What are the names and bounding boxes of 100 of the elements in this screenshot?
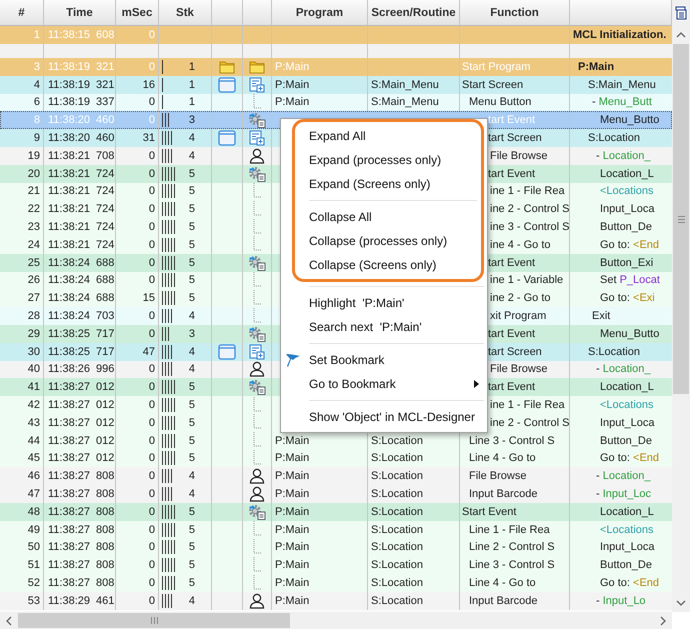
table-cell: 5 [188,256,195,269]
table-cell: 0 [148,506,155,518]
table-cell: ine 2 - Control S [490,203,570,216]
table-cell: 5 [188,292,195,304]
table-cell: Line 1 - File Rea [469,524,550,536]
table-cell: 11:38:19 321 [48,78,114,91]
table-cell: 11:38:27 808 [48,524,114,536]
table-cell: 0 [148,363,155,376]
table-cell: 5 [188,577,195,589]
table-cell: 0 [148,524,155,536]
table-cell: Input Barcode [469,488,538,500]
table-cell: 25 [28,256,40,269]
table-cell: 11:38:27 808 [48,541,114,554]
table-cell: 0 [148,381,155,394]
table-cell: Go to: <Exi [600,292,655,304]
table-cell: S:Location [371,506,423,518]
table-cell: 5 [188,274,195,286]
table-cell: 51 [28,559,40,572]
table-cell: 5 [188,238,195,251]
table-cell: 0 [148,470,155,482]
table-cell: P:Main [275,434,310,447]
table-cell: P:Main [275,594,310,607]
table-cell: 43 [28,416,40,429]
table-cell: 6 [34,96,40,108]
table-cell: - Menu_Butt [592,96,652,108]
table-cell: 11:38:27 012 [48,381,114,394]
table-cell: 5 [188,434,195,447]
table-cell: 42 [28,399,40,412]
table-cell: 1 [188,96,195,108]
table-cell: S:Location [371,577,423,589]
table-cell: 11:38:21 724 [48,203,114,216]
table-cell: Menu_Butto [600,328,660,340]
table-cell: S:Location [588,132,640,144]
table-cell: - Input_Loc [596,488,652,500]
table-cell: Line 3 - Control S [469,434,555,447]
table-cell: P:Main [275,78,310,91]
table-cell: P:Main [275,452,310,464]
table-cell: Menu_Butto [600,114,660,126]
table-cell: ine 1 - File Rea [490,399,565,412]
table-cell: 0 [148,416,155,429]
table-cell: P:Main [275,559,310,572]
table-cell: 0 [148,96,155,108]
table-cell: S:Location [371,541,423,554]
table-cell: P:Main [275,524,310,536]
table-cell: 11:38:25 717 [48,346,114,358]
table-cell: 11:38:25 717 [48,328,114,340]
table-cell: - Location_ [596,363,650,376]
table-cell: Button_Exi [600,256,654,269]
table-cell: S:Location [371,452,423,464]
table-cell: 4 [188,363,195,376]
table-cell: Line 2 - Control S [469,541,555,554]
table-cell: 0 [148,434,155,447]
table-cell: 47 [28,488,40,500]
table-cell: 5 [188,221,195,234]
table-cell: 20 [28,168,40,180]
table-cell: 0 [148,328,155,340]
table-cell: <Locations [600,524,654,536]
table-cell: 0 [148,203,155,216]
table-cell: 50 [28,541,40,554]
table-cell: 45 [28,452,40,464]
table-cell: 27 [28,292,40,304]
table-cell: Go to: <End [600,452,660,464]
table-cell: 0 [148,114,155,126]
table-cell: 53 [28,594,40,607]
table-cell: 11:38:19 321 [48,60,114,73]
table-cell: 11:38:27 012 [48,452,114,464]
table-cell: Start Screen [462,78,524,91]
table-cell: 22 [28,203,40,216]
table-cell: 4 [188,594,195,607]
table-cell: P:Main [275,488,310,500]
table-cell: 11:38:20 460 [48,114,114,126]
table-cell: 5 [188,559,195,572]
table-cell: Line 4 - Go to [469,452,536,464]
table-cell: 24 [28,238,40,251]
table-cell: 0 [148,559,155,572]
table-cell: 4 [188,150,195,162]
table-cell: 11:38:21 724 [48,221,114,234]
table-cell: 3 [34,60,40,73]
table-cell: Location_L [600,168,654,180]
table-cell: Go to: <End [600,577,660,589]
table-cell: S:Location [588,346,640,358]
table-cell: S:Main_Menu [371,96,439,108]
table-cell: Line 4 - Go to [469,577,536,589]
table-cell: 0 [148,60,155,73]
table-cell: 0 [148,221,155,234]
table-cell: 48 [28,506,40,518]
table-cell: - Location_ [596,150,650,162]
table-cell: P:Main [275,60,310,73]
table-cell: 9 [34,132,40,144]
table-cell: 0 [148,541,155,554]
table-cell: Location_L [600,506,654,518]
table-cell: Menu Button [469,96,532,108]
table-cell: 0 [148,29,155,41]
table-cell: 5 [188,168,195,180]
table-cell: 5 [188,185,195,198]
table-cell: 21 [28,185,40,198]
table-cell: 0 [148,577,155,589]
table-cell: tart Event [488,114,536,126]
table-cell: 0 [148,310,155,322]
table-cell: tart Event [488,328,536,340]
